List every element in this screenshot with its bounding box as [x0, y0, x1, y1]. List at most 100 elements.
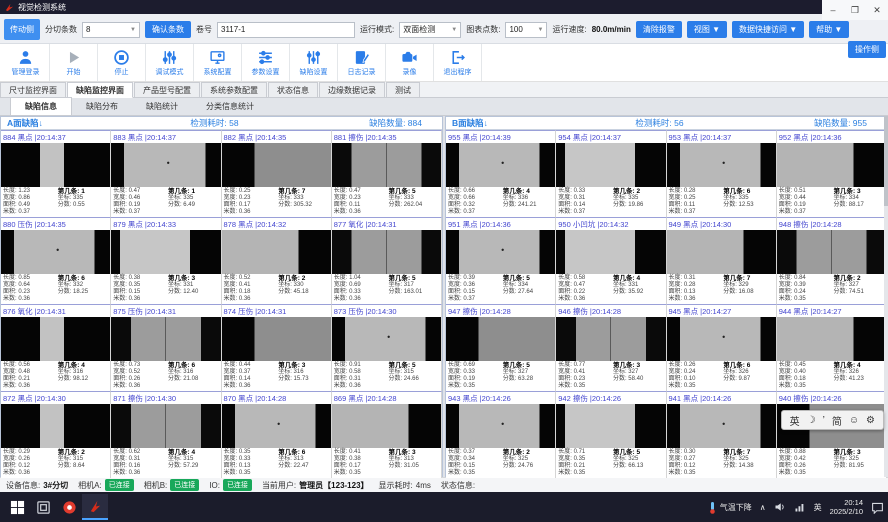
defect-cell[interactable]: 946 擦伤 |20:14:28长度: 0.77宽度: 0.41面积: 0.23… [556, 304, 666, 391]
toolbar-button-stop[interactable]: 停止 [98, 44, 146, 81]
chart-points-select[interactable]: 100▼ [505, 22, 547, 38]
ime-item-5[interactable]: ⚙ [866, 415, 875, 426]
defect-cell-header: 878 黑点 |20:14:32 [222, 218, 331, 230]
tab-2[interactable]: 产品型号配置 [134, 82, 200, 97]
defect-cell[interactable]: 942 擦伤 |20:14:26长度: 0.71宽度: 0.35面积: 0.21… [556, 391, 666, 478]
toolbar-button-exit[interactable]: 退出程序 [434, 44, 482, 81]
defect-cell[interactable]: 955 黑点 |20:14:39长度: 0.66宽度: 0.66面积: 0.32… [446, 130, 556, 217]
slit-count-select[interactable]: 8▼ [82, 22, 140, 38]
windows-start-icon[interactable] [4, 494, 30, 520]
toolbar-button-monitor[interactable]: 系统配置 [194, 44, 242, 81]
defect-stats: 长度: 0.44宽度: 0.37面积: 0.14米数: 0.36第几条: 3坐标… [222, 361, 331, 391]
defect-cell[interactable]: 873 压伤 |20:14:30长度: 0.91宽度: 0.58面积: 0.31… [332, 304, 442, 391]
defect-cell[interactable]: 941 黑点 |20:14:26长度: 0.30宽度: 0.27面积: 0.12… [667, 391, 777, 478]
clock-widget[interactable]: 20:14 2025/2/10 [830, 498, 863, 516]
defect-cell[interactable]: 949 黑点 |20:14:30长度: 0.31宽度: 0.28面积: 0.13… [667, 217, 777, 304]
defect-cell[interactable]: 878 黑点 |20:14:32长度: 0.52宽度: 0.41面积: 0.18… [222, 217, 332, 304]
help-menu-button[interactable]: 帮助 ▼ [809, 21, 849, 38]
weather-widget[interactable]: 气温下降 [708, 501, 752, 514]
defect-image [667, 317, 776, 361]
defect-cell[interactable]: 940 擦伤 |20:14:26长度: 0.88宽度: 0.42面积: 0.26… [777, 391, 887, 478]
drive-side-button[interactable]: 传动侧 [4, 19, 40, 40]
tab-0[interactable]: 尺寸监控界面 [0, 82, 66, 97]
ime-item-4[interactable]: ☺ [849, 415, 859, 426]
ime-item-3[interactable]: 简 [832, 413, 842, 428]
view-menu-button[interactable]: 视图 ▼ [687, 21, 727, 38]
subtab-0[interactable]: 缺陷信息 [10, 97, 72, 115]
defect-cell[interactable]: 869 黑点 |20:14:28长度: 0.41宽度: 0.38面积: 0.17… [332, 391, 442, 478]
defect-cell[interactable]: 876 氧化 |20:14:31长度: 0.56宽度: 0.48面积: 0.21… [1, 304, 111, 391]
ime-item-1[interactable]: ☽ [807, 415, 816, 426]
stat-score: 分数: 35.92 [613, 289, 664, 296]
red-app-icon[interactable] [56, 494, 82, 520]
defect-cell[interactable]: 952 黑点 |20:14:36长度: 0.51宽度: 0.44面积: 0.19… [777, 130, 887, 217]
tab-3[interactable]: 系统参数配置 [201, 82, 267, 97]
defect-cell[interactable]: 881 擦伤 |20:14:35长度: 0.47宽度: 0.23面积: 0.11… [332, 130, 442, 217]
toolbar-button-camera[interactable]: 录像 [386, 44, 434, 81]
network-icon[interactable] [794, 501, 806, 513]
data-quick-access-button[interactable]: 数据快捷访问 ▼ [732, 21, 804, 38]
volume-icon[interactable] [774, 501, 786, 513]
operation-side-button[interactable]: 操作侧 [848, 41, 886, 58]
defect-cell[interactable]: 877 氧化 |20:14:31长度: 1.04宽度: 0.69面积: 0.33… [332, 217, 442, 304]
defect-cell[interactable]: 943 黑点 |20:14:26长度: 0.37宽度: 0.34面积: 0.15… [446, 391, 556, 478]
defect-cell[interactable]: 945 黑点 |20:14:27长度: 0.26宽度: 0.24面积: 0.10… [667, 304, 777, 391]
defect-image [222, 143, 331, 187]
defect-cell[interactable]: 872 黑点 |20:14:30长度: 0.29宽度: 0.26面积: 0.12… [1, 391, 111, 478]
inspection-app-icon[interactable] [82, 494, 108, 520]
task-view-icon[interactable] [30, 494, 56, 520]
defect-cell[interactable]: 948 擦伤 |20:14:28长度: 0.84宽度: 0.39面积: 0.24… [777, 217, 887, 304]
roll-number-input[interactable] [217, 22, 355, 38]
stat-area: 面积: 0.10 [669, 376, 724, 383]
defect-cell[interactable]: 944 黑点 |20:14:27长度: 0.45宽度: 0.40面积: 0.18… [777, 304, 887, 391]
vertical-scrollbar[interactable] [884, 116, 888, 477]
notification-center-icon[interactable] [871, 501, 884, 514]
defect-stats-left: 长度: 0.58宽度: 0.47面积: 0.22米数: 0.36 [558, 275, 613, 303]
subtab-1[interactable]: 缺陷分布 [72, 98, 132, 115]
defect-cell[interactable]: 947 擦伤 |20:14:28长度: 0.69宽度: 0.33面积: 0.19… [446, 304, 556, 391]
defect-cell[interactable]: 884 黑点 |20:14:37长度: 1.23宽度: 0.86面积: 0.49… [1, 130, 111, 217]
toolbar-button-log[interactable]: 日志记录 [338, 44, 386, 81]
toolbar-button-tune[interactable]: 调试模式 [146, 44, 194, 81]
toolbar-button-sliders-v[interactable]: 缺陷设置 [290, 44, 338, 81]
defect-cell[interactable]: 874 压伤 |20:14:31长度: 0.44宽度: 0.37面积: 0.14… [222, 304, 332, 391]
tab-5[interactable]: 边缘数据记录 [319, 82, 385, 97]
subtab-3[interactable]: 分类信息统计 [192, 98, 268, 115]
defect-cell[interactable]: 880 压伤 |20:14:35长度: 0.85宽度: 0.64面积: 0.23… [1, 217, 111, 304]
defect-cell-header: 880 压伤 |20:14:35 [1, 218, 110, 230]
subtab-2[interactable]: 缺陷统计 [132, 98, 192, 115]
toolbar-button-user[interactable]: 管理登录 [2, 44, 50, 81]
ime-item-0[interactable]: 英 [790, 413, 800, 428]
defect-cell[interactable]: 875 压伤 |20:14:31长度: 0.73宽度: 0.52面积: 0.26… [111, 304, 221, 391]
close-button[interactable]: ✕ [866, 5, 888, 16]
tray-chevron-icon[interactable]: ∧ [760, 503, 766, 512]
clear-alarm-button[interactable]: 清除报警 [636, 21, 682, 38]
maximize-button[interactable]: ❐ [844, 5, 866, 16]
stat-length: 长度: 1.23 [3, 188, 58, 195]
toolbar-button-sliders-h[interactable]: 参数设置 [242, 44, 290, 81]
stat-length: 长度: 0.28 [669, 188, 724, 195]
ime-item-2[interactable]: ’ [823, 415, 825, 426]
tab-4[interactable]: 状态信息 [268, 82, 318, 97]
defect-cell[interactable]: 882 黑点 |20:14:35长度: 0.25宽度: 0.23面积: 0.17… [222, 130, 332, 217]
ime-language-indicator[interactable]: 英 [814, 502, 822, 513]
defect-cell[interactable]: 954 黑点 |20:14:37长度: 0.33宽度: 0.31面积: 0.14… [556, 130, 666, 217]
defect-cell[interactable]: 870 黑点 |20:14:28长度: 0.35宽度: 0.33面积: 0.13… [222, 391, 332, 478]
defect-cell[interactable]: 879 黑点 |20:14:33长度: 0.38宽度: 0.35面积: 0.15… [111, 217, 221, 304]
stat-strip: 第几条: 5 [388, 362, 439, 369]
run-mode-select[interactable]: 双面检测▼ [399, 22, 461, 38]
defect-cell[interactable]: 951 黑点 |20:14:36长度: 0.39宽度: 0.36面积: 0.15… [446, 217, 556, 304]
defect-cell[interactable]: 871 擦伤 |20:14:30长度: 0.62宽度: 0.31面积: 0.16… [111, 391, 221, 478]
toolbar-button-play[interactable]: 开始 [50, 44, 98, 81]
tab-6[interactable]: 测试 [386, 82, 420, 97]
confirm-count-button[interactable]: 确认条数 [145, 21, 191, 38]
stat-width: 宽度: 0.27 [669, 456, 724, 463]
stat-score: 分数: 9.87 [723, 376, 774, 383]
tab-1[interactable]: 缺陷监控界面 [67, 82, 133, 98]
defect-stats: 长度: 0.66宽度: 0.66面积: 0.32米数: 0.37第几条: 4坐标… [446, 187, 555, 217]
defect-cell[interactable]: 950 小凹坑 |20:14:32长度: 0.58宽度: 0.47面积: 0.2… [556, 217, 666, 304]
stat-length: 长度: 0.38 [113, 275, 168, 282]
minimize-button[interactable]: – [822, 5, 844, 15]
defect-cell[interactable]: 953 黑点 |20:14:37长度: 0.28宽度: 0.25面积: 0.11… [667, 130, 777, 217]
defect-cell[interactable]: 883 黑点 |20:14:37长度: 0.47宽度: 0.46面积: 0.19… [111, 130, 221, 217]
